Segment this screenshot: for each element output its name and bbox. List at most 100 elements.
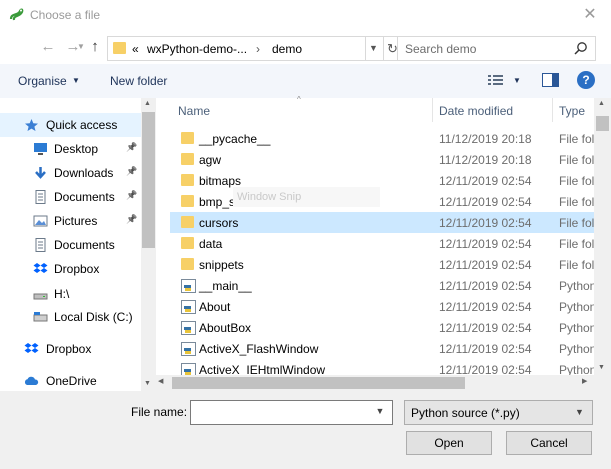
nav-item-documents[interactable]: Documents — [0, 233, 141, 257]
file-name-input[interactable] — [190, 400, 393, 425]
nav-item-label: Documents — [54, 190, 115, 204]
file-date-modified: 12/11/2019 02:54 — [439, 300, 532, 314]
file-name-dropdown[interactable]: ▼ — [370, 400, 390, 423]
list-horizontal-thumb[interactable] — [172, 377, 465, 389]
window-title: Choose a file — [30, 8, 101, 22]
file-row[interactable]: cursors 12/11/2019 02:54 File folder — [170, 212, 594, 233]
scroll-down-icon[interactable]: ▼ — [598, 364, 605, 371]
column-header-type[interactable]: Type — [559, 104, 585, 128]
up-button[interactable]: ↑ — [85, 36, 105, 58]
document-icon — [33, 190, 48, 204]
chevron-down-icon: ▼ — [575, 407, 584, 417]
sort-ascending-icon: ^ — [297, 95, 301, 104]
chevron-down-icon: ▼ — [369, 43, 378, 53]
list-vertical-thumb[interactable] — [596, 116, 609, 131]
breadcrumb-item[interactable]: wxPython-demo-... — [147, 42, 247, 56]
arrow-up-icon: ↑ — [91, 38, 99, 55]
help-icon[interactable]: ? — [577, 71, 595, 89]
file-row[interactable]: agw 11/12/2019 20:18 File folder — [170, 149, 594, 170]
column-header-date-modified[interactable]: Date modified — [439, 104, 513, 128]
file-type: File folder — [559, 258, 594, 272]
scroll-right-icon[interactable]: ▶ — [582, 377, 587, 385]
search-input[interactable]: Search demo — [397, 36, 596, 61]
breadcrumb-separator[interactable]: › — [256, 42, 260, 56]
nav-item-label: Local Disk (C:) — [54, 310, 133, 324]
nav-item-onedrive[interactable]: OneDrive — [0, 369, 141, 393]
nav-item-downloads[interactable]: Downloads 📌 — [0, 161, 141, 185]
file-name: bitmaps — [199, 174, 242, 188]
file-row[interactable]: snippets 12/11/2019 02:54 File folder — [170, 254, 594, 275]
file-date-modified: 12/11/2019 02:54 — [439, 279, 532, 293]
nav-item-documents[interactable]: Documents 📌 — [0, 185, 141, 209]
nav-item-desktop[interactable]: Desktop 📌 — [0, 137, 141, 161]
arrow-left-icon: ← — [40, 38, 56, 55]
nav-item-dropbox[interactable]: Dropbox — [0, 337, 141, 361]
chevron-down-icon: ▼ — [77, 42, 85, 51]
file-date-modified: 12/11/2019 02:54 — [439, 342, 532, 356]
scroll-up-icon[interactable]: ▲ — [598, 100, 605, 107]
file-name: __pycache__ — [199, 132, 271, 146]
file-row[interactable]: ActiveX_FlashWindow 12/11/2019 02:54 Pytho… — [170, 338, 594, 359]
folder-icon — [181, 216, 194, 228]
organise-button[interactable]: Organise — [18, 74, 67, 88]
scroll-down-icon[interactable]: ▼ — [144, 380, 151, 387]
document-icon — [33, 238, 48, 252]
title-bar: Choose a file ✕ — [0, 0, 611, 31]
open-button[interactable]: Open — [406, 431, 492, 455]
address-bar[interactable]: « wxPython-demo-... › demo — [107, 36, 366, 61]
column-header-name[interactable]: Name — [178, 104, 210, 128]
column-divider[interactable] — [552, 98, 553, 122]
pin-icon: 📌 — [126, 190, 138, 200]
nav-scrollbar-thumb[interactable] — [142, 112, 155, 248]
nav-item-h[interactable]: H:\ — [0, 282, 141, 306]
file-row[interactable]: About 12/11/2019 02:54 Python — [170, 296, 594, 317]
dropbox-icon — [24, 342, 39, 356]
pictures-icon — [33, 214, 48, 228]
nav-item-quick-access[interactable]: Quick access — [0, 113, 141, 137]
file-row[interactable]: data 12/11/2019 02:54 File folder — [170, 233, 594, 254]
pin-icon: 📌 — [126, 166, 138, 176]
chevron-down-icon: ▼ — [375, 406, 385, 416]
preview-pane-icon[interactable] — [542, 73, 559, 87]
column-divider[interactable] — [432, 98, 433, 122]
close-button[interactable]: ✕ — [575, 4, 605, 26]
new-folder-button[interactable]: New folder — [110, 74, 167, 88]
nav-item-label: Dropbox — [54, 262, 100, 276]
pin-icon: 📌 — [126, 142, 138, 152]
chevron-down-icon[interactable]: ▼ — [513, 76, 521, 85]
breadcrumb-item[interactable]: demo — [272, 42, 302, 56]
cancel-button[interactable]: Cancel — [506, 431, 592, 455]
file-type-select[interactable]: Python source (*.py) ▼ — [404, 400, 593, 425]
scroll-up-icon[interactable]: ▲ — [144, 100, 151, 107]
address-overflow-chevron[interactable]: « — [132, 42, 139, 56]
file-type: File folder — [559, 195, 594, 209]
file-row[interactable]: __pycache__ 11/12/2019 20:18 File folder — [170, 128, 594, 149]
view-options-icon[interactable] — [487, 74, 505, 87]
file-type: File folder — [559, 132, 594, 146]
file-date-modified: 12/11/2019 02:54 — [439, 258, 532, 272]
file-type-value: Python source (*.py) — [411, 406, 520, 420]
back-button[interactable]: ← — [38, 36, 58, 58]
nav-item-pictures[interactable]: Pictures 📌 — [0, 209, 141, 233]
file-name: __main__ — [199, 279, 252, 293]
nav-item-dropbox[interactable]: Dropbox — [0, 257, 141, 281]
file-row[interactable]: AboutBox 12/11/2019 02:54 Python — [170, 317, 594, 338]
window-snip-watermark: Window Snip — [233, 187, 380, 207]
scroll-left-icon[interactable]: ◀ — [158, 377, 163, 385]
list-vertical-scrollbar[interactable] — [594, 98, 611, 375]
folder-icon — [181, 195, 194, 207]
address-dropdown-button[interactable]: ▼ — [364, 36, 384, 61]
nav-item-label: Quick access — [46, 118, 118, 132]
file-date-modified: 12/11/2019 02:54 — [439, 237, 532, 251]
file-type: File folder — [559, 174, 594, 188]
file-name: snippets — [199, 258, 244, 272]
file-row[interactable]: __main__ 12/11/2019 02:54 Python — [170, 275, 594, 296]
file-type: Python — [559, 279, 594, 293]
disk-icon — [33, 310, 48, 324]
search-icon[interactable] — [574, 41, 588, 55]
nav-item-label: Desktop — [54, 142, 99, 156]
file-name: ActiveX_FlashWindow — [199, 342, 319, 356]
nav-item-local-disk-c[interactable]: Local Disk (C:) — [0, 305, 141, 329]
file-date-modified: 12/11/2019 02:54 — [439, 321, 532, 335]
cloud-icon — [24, 374, 39, 388]
